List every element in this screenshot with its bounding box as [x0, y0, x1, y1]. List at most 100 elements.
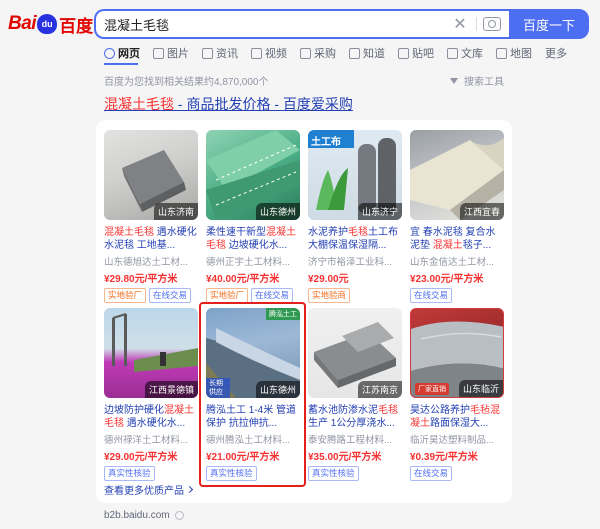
video-icon	[251, 47, 262, 59]
tab-map[interactable]: 地图	[496, 44, 532, 62]
name-text: 边坡硬化水...	[226, 240, 288, 251]
chevron-right-icon	[185, 485, 194, 494]
badges: 在线交易	[410, 288, 504, 303]
search-tools-label: 搜索工具	[464, 77, 504, 88]
info-icon[interactable]	[174, 511, 184, 520]
shop-name: 泰安腾路工程材料...	[308, 435, 392, 446]
location-label: 山东济南	[153, 203, 198, 220]
tab-tieba[interactable]: 贴吧	[398, 44, 434, 62]
verify-badge: 真实性核验	[104, 466, 155, 481]
baidu-logo[interactable]: Bai du 百度	[8, 10, 93, 38]
product-name[interactable]: 蓄水池防渗水泥毛毯生产 1公分厚浇水...	[308, 404, 402, 430]
search-box: ✕	[94, 9, 509, 39]
trade-badge: 在线交易	[410, 466, 453, 481]
tab-news[interactable]: 资讯	[202, 44, 238, 62]
name-highlight: 毛毯	[378, 405, 398, 416]
tab-zhidao[interactable]: 知道	[349, 44, 385, 62]
verified-badge: 实地验厂	[206, 288, 249, 303]
see-more-link[interactable]: 查看更多优质产品	[104, 482, 194, 497]
wenku-icon	[447, 47, 458, 59]
product-item[interactable]: 山东德州 柔性速干新型混凝土毛毯 边坡硬化水... 德州正宇土工材料... ¥4…	[206, 130, 300, 303]
image-icon	[153, 47, 164, 59]
trade-badge: 在线交易	[410, 288, 453, 303]
tab-label: 资讯	[216, 48, 238, 60]
tab-web[interactable]: 网页	[104, 44, 140, 62]
paw-icon: du	[37, 14, 58, 34]
name-highlight: 混凝土毛毯	[104, 227, 154, 238]
price: ¥29.00元	[308, 274, 349, 285]
name-text: 遇水硬化水...	[124, 418, 186, 429]
product-name[interactable]: 混凝土毛毯 遇水硬化 水泥毯 工地基...	[104, 226, 198, 252]
tab-more[interactable]: 更多	[545, 44, 567, 62]
badges: 实地验商	[308, 288, 402, 303]
badges: 真实性核验	[104, 466, 198, 481]
tab-label: 更多	[545, 48, 567, 60]
product-image[interactable]: 山东德州	[206, 130, 300, 220]
result-title-link[interactable]: 混凝土毛毯 - 商品批发价格 - 百度爱采购	[104, 94, 353, 114]
product-image[interactable]: 厂家直销 山东临沂	[410, 308, 504, 398]
logo-bai-text: Bai	[8, 13, 37, 34]
result-count: 百度为您找到相关结果约4,870,000个	[104, 77, 269, 88]
product-image[interactable]: 江西景德镇	[104, 308, 198, 398]
shop-name: 山东金信达土工材...	[410, 257, 494, 268]
zhidao-icon	[349, 47, 360, 59]
purchase-icon	[300, 47, 311, 59]
tab-label: 网页	[118, 48, 140, 60]
shop-name: 德州正宇土工材料...	[206, 257, 290, 268]
product-name[interactable]: 柔性速干新型混凝土毛毯 边坡硬化水...	[206, 226, 300, 252]
location-label: 山东临沂	[458, 380, 503, 397]
product-item[interactable]: 山东济南 混凝土毛毯 遇水硬化 水泥毯 工地基... 山东德旭达土工材... ¥…	[104, 130, 198, 303]
verify-badge: 真实性核验	[308, 466, 359, 481]
product-item[interactable]: 江苏南京 蓄水池防渗水泥毛毯生产 1公分厚浇水... 泰安腾路工程材料... ¥…	[308, 308, 402, 481]
tieba-icon	[398, 47, 409, 59]
tab-label: 文库	[461, 48, 483, 60]
search-button[interactable]: 百度一下	[509, 9, 589, 39]
name-text: 路面保湿大...	[430, 418, 489, 429]
shop-name: 临沂昊达塑料制品...	[410, 435, 494, 446]
location-label: 江西宜春	[459, 203, 504, 220]
divider	[476, 17, 477, 31]
product-item[interactable]: 厂家直销 山东临沂 昊达公路养护毛毡混凝土路面保湿大... 临沂昊达塑料制品..…	[410, 308, 504, 481]
location-label: 江苏南京	[357, 381, 402, 398]
search-tabs: 网页 图片 资讯 视频 采购 知道 贴吧 文库 地图 更多	[104, 44, 580, 62]
map-icon	[496, 47, 507, 59]
name-text: 水泥养护	[308, 227, 348, 238]
price: ¥0.39元/平方米	[410, 452, 478, 463]
product-name[interactable]: 宜 春水泥毯 复合水泥垫 混凝土毯子...	[410, 226, 504, 252]
product-item[interactable]: 土工布 山东济宁 水泥养护毛毯土工布 大棚保温保湿隔... 济宁市裕泽工业科..…	[308, 130, 402, 303]
product-image[interactable]: 江西宜春	[410, 130, 504, 220]
search-tools-button[interactable]: 搜索工具	[450, 73, 504, 88]
badges: 真实性核验	[308, 466, 402, 481]
product-image[interactable]: 江苏南京	[308, 308, 402, 398]
tab-images[interactable]: 图片	[153, 44, 189, 62]
source-domain: b2b.baidu.com	[104, 510, 184, 521]
factory-tag: 厂家直销	[415, 383, 449, 395]
product-name[interactable]: 水泥养护毛毯土工布 大棚保温保湿隔...	[308, 226, 402, 252]
tab-label: 视频	[265, 48, 287, 60]
product-name[interactable]: 昊达公路养护毛毡混凝土路面保湿大...	[410, 404, 504, 430]
name-text: 蓄水池防渗水泥	[308, 405, 378, 416]
price: ¥29.00元/平方米	[104, 452, 178, 463]
web-icon	[104, 47, 115, 59]
product-item[interactable]: 江西宜春 宜 春水泥毯 复合水泥垫 混凝土毯子... 山东金信达土工材... ¥…	[410, 130, 504, 303]
tab-label: 图片	[167, 48, 189, 60]
product-item[interactable]: 江西景德镇 边坡防护硬化混凝土毛毯 遇水硬化水... 德州禄洋土工材料... ¥…	[104, 308, 198, 481]
shop-name: 济宁市裕泽工业科...	[308, 257, 392, 268]
location-label: 山东德州	[255, 203, 300, 220]
clear-icon[interactable]: ✕	[450, 14, 470, 34]
product-image[interactable]: 山东济南	[104, 130, 198, 220]
annotation-highlight-box	[199, 302, 306, 487]
tab-video[interactable]: 视频	[251, 44, 287, 62]
search-input[interactable]	[104, 16, 450, 32]
tab-purchase[interactable]: 采购	[300, 44, 336, 62]
name-text: 生产 1公分厚浇水...	[308, 418, 395, 429]
news-icon	[202, 47, 213, 59]
price: ¥35.00元/平方米	[308, 452, 382, 463]
name-text: 边坡防护硬化	[104, 405, 164, 416]
product-name[interactable]: 边坡防护硬化混凝土毛毯 遇水硬化水...	[104, 404, 198, 430]
product-image[interactable]: 土工布 山东济宁	[308, 130, 402, 220]
camera-icon[interactable]	[483, 17, 501, 31]
location-label: 江西景德镇	[144, 381, 198, 398]
tab-wenku[interactable]: 文库	[447, 44, 483, 62]
source-url: b2b.baidu.com	[104, 510, 170, 521]
